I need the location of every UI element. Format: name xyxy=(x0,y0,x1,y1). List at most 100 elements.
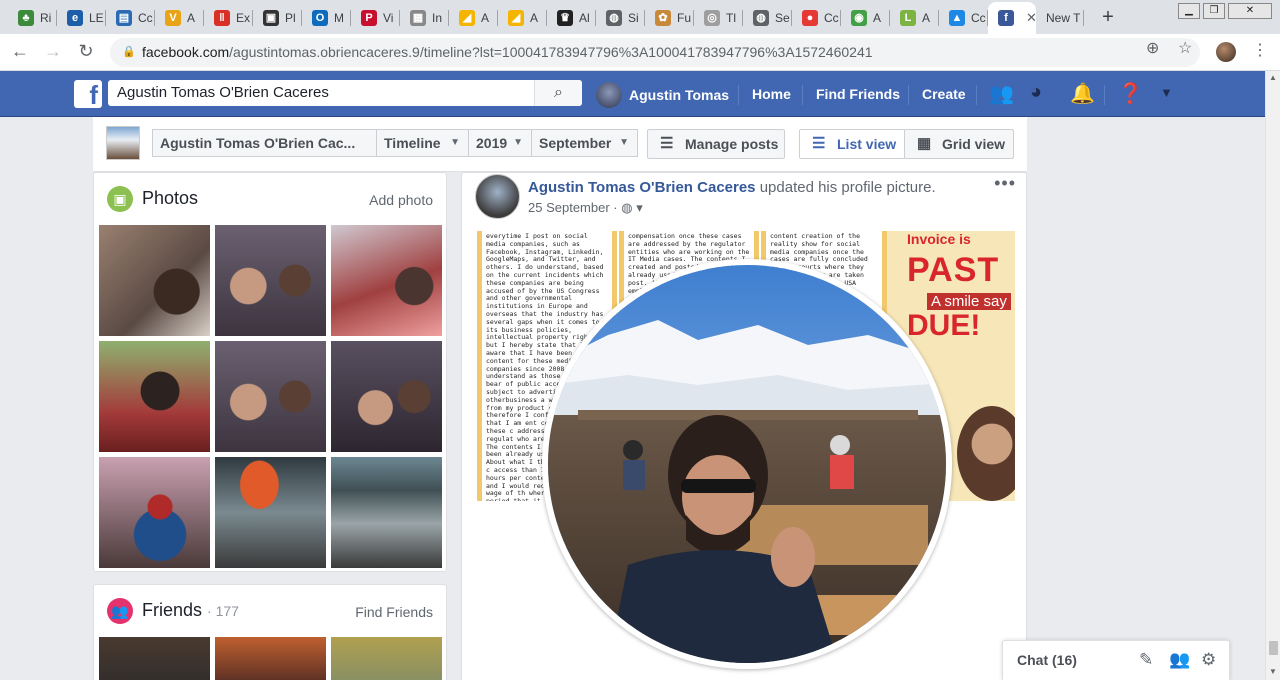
restore-icon[interactable]: ❐ xyxy=(1203,3,1225,19)
tab-favicon-icon: V xyxy=(165,10,181,26)
bookmark-star-icon[interactable]: ☆ xyxy=(1178,38,1192,58)
chat-bar[interactable]: Chat (16) ✎ 👥 ⚙ xyxy=(1002,640,1230,680)
invoice-sub-text: A smile say xyxy=(927,293,1011,310)
profile-picture[interactable] xyxy=(542,259,952,669)
browser-tab[interactable]: f ✕ xyxy=(988,2,1037,34)
grid-view-button[interactable]: ▦ Grid view xyxy=(904,129,1014,159)
list-view-icon: ☰ xyxy=(812,135,826,152)
new-group-icon[interactable]: 👥 xyxy=(1169,650,1190,670)
tab-favicon-icon: ● xyxy=(802,10,818,26)
post-meta: 25 September · ◍ ▾ xyxy=(528,200,643,216)
browser-tab[interactable]: ▣ Pl xyxy=(253,2,302,34)
photos-title[interactable]: Photos xyxy=(142,188,198,209)
browser-tab[interactable]: OM xyxy=(302,2,351,34)
name-select[interactable]: Agustin Tomas O'Brien Cac... xyxy=(152,129,377,157)
search-icon[interactable]: ⌕ xyxy=(534,80,582,106)
browser-tab[interactable]: ♣ Ri xyxy=(8,2,57,34)
chrome-menu-icon[interactable]: ⋮ xyxy=(1252,40,1268,60)
browser-tab[interactable]: ▦ In xyxy=(400,2,449,34)
photo-thumbnail[interactable] xyxy=(215,457,326,568)
year-select-label: 2019 xyxy=(476,135,508,151)
avatar[interactable] xyxy=(475,174,520,219)
reload-icon[interactable]: ↻ xyxy=(74,41,98,62)
friends-title[interactable]: Friends · 177 xyxy=(142,600,239,621)
search-input[interactable]: Agustin Tomas O'Brien Caceres ⌕ xyxy=(108,80,582,106)
nav-home[interactable]: Home xyxy=(752,86,791,102)
photo-thumbnail[interactable] xyxy=(215,341,326,452)
close-window-icon[interactable]: ✕ xyxy=(1228,3,1272,19)
tab-label: Cc xyxy=(971,11,986,25)
public-globe-icon[interactable]: · ◍ ▾ xyxy=(613,200,642,215)
account-menu-chevron-icon[interactable]: ▼ xyxy=(1160,85,1173,100)
browser-tab[interactable]: e LE xyxy=(57,2,106,34)
photo-thumbnail[interactable] xyxy=(331,225,442,336)
photo-thumbnail[interactable] xyxy=(99,457,210,568)
address-bar[interactable]: 🔒 facebook.com/agustintomas.obriencacere… xyxy=(110,38,1200,67)
photo-thumbnail[interactable] xyxy=(99,225,210,336)
minimize-icon[interactable]: ▁ xyxy=(1178,3,1200,19)
browser-tab[interactable]: ◎ Tl xyxy=(694,2,743,34)
scroll-down-icon[interactable]: ▼ xyxy=(1269,667,1277,676)
tab-label: Tl xyxy=(726,11,736,25)
month-select[interactable]: September ▼ xyxy=(531,129,638,157)
find-friends-link[interactable]: Find Friends xyxy=(355,604,433,620)
scrollbar-thumb[interactable] xyxy=(1269,641,1278,655)
messenger-icon[interactable]: ◕ xyxy=(1030,81,1042,104)
browser-tab[interactable]: ✿ Fu xyxy=(645,2,694,34)
photo-thumbnail[interactable] xyxy=(99,341,210,452)
chevron-down-icon: ▼ xyxy=(619,137,629,148)
browser-tab[interactable]: LA xyxy=(890,2,939,34)
browser-tab[interactable]: VA xyxy=(155,2,204,34)
zoom-icon[interactable]: ⊕ xyxy=(1146,38,1159,58)
gear-icon[interactable]: ⚙ xyxy=(1201,650,1216,670)
friend-thumbnail[interactable] xyxy=(331,637,442,680)
post-action-text: updated his profile picture. xyxy=(759,179,936,196)
cover-thumbnail[interactable] xyxy=(106,126,140,160)
search-value: Agustin Tomas O'Brien Caceres xyxy=(117,84,329,101)
browser-tab[interactable]: ▲ Cc xyxy=(939,2,988,34)
browser-tab[interactable]: ◉ A xyxy=(841,2,890,34)
profile-link[interactable]: Agustin Tomas xyxy=(596,82,729,108)
manage-posts-button[interactable]: ☰ Manage posts xyxy=(647,129,785,159)
post-author-link[interactable]: Agustin Tomas O'Brien Caceres xyxy=(528,179,756,196)
browser-tab[interactable]: ◍ Si xyxy=(596,2,645,34)
browser-tab[interactable]: ♛ Al xyxy=(547,2,596,34)
section-select[interactable]: Timeline ▼ xyxy=(376,129,469,157)
new-tab-button[interactable]: + xyxy=(1096,6,1120,30)
nav-create[interactable]: Create xyxy=(922,86,966,102)
tab-new-tab[interactable]: New T xyxy=(1036,2,1084,34)
back-icon[interactable]: ← xyxy=(8,41,32,62)
page-scrollbar[interactable]: ▲ ▼ xyxy=(1265,71,1280,680)
more-options-icon[interactable]: ••• xyxy=(994,173,1016,194)
browser-tab[interactable]: ◢ A xyxy=(449,2,498,34)
browser-tab[interactable]: ▤ Cc xyxy=(106,2,155,34)
forward-icon[interactable]: → xyxy=(41,41,65,62)
add-photo-link[interactable]: Add photo xyxy=(369,192,433,208)
tab-label: Al xyxy=(579,11,590,25)
name-select-label: Agustin Tomas O'Brien Cac... xyxy=(160,135,356,151)
tab-label: A xyxy=(187,11,196,25)
profile-avatar[interactable] xyxy=(1216,42,1236,62)
help-icon[interactable]: ❓ xyxy=(1118,81,1143,106)
new-message-icon[interactable]: ✎ xyxy=(1139,650,1153,670)
facebook-logo-icon[interactable]: f xyxy=(74,80,102,108)
browser-tab[interactable]: ◢ A xyxy=(498,2,547,34)
tab-favicon-icon: ♣ xyxy=(18,10,34,26)
browser-tab[interactable]: ● Cc xyxy=(792,2,841,34)
scroll-up-icon[interactable]: ▲ xyxy=(1269,73,1277,82)
nav-find-friends[interactable]: Find Friends xyxy=(816,86,900,102)
post-date-link[interactable]: 25 September xyxy=(528,200,610,215)
divider xyxy=(1104,85,1105,105)
browser-tab[interactable]: P Vi xyxy=(351,2,400,34)
friend-thumbnail[interactable] xyxy=(215,637,326,680)
photo-thumbnail[interactable] xyxy=(331,341,442,452)
browser-tab[interactable]: ◍ Se xyxy=(743,2,792,34)
photo-thumbnail[interactable] xyxy=(215,225,326,336)
list-view-button[interactable]: ☰ List view xyxy=(799,129,905,159)
friend-thumbnail[interactable] xyxy=(99,637,210,680)
notifications-icon[interactable]: 🔔 xyxy=(1070,81,1095,106)
browser-tab[interactable]: ‖ Ex xyxy=(204,2,253,34)
photo-thumbnail[interactable] xyxy=(331,457,442,568)
year-select[interactable]: 2019 ▼ xyxy=(468,129,532,157)
friend-requests-icon[interactable]: 👥 xyxy=(989,81,1014,106)
